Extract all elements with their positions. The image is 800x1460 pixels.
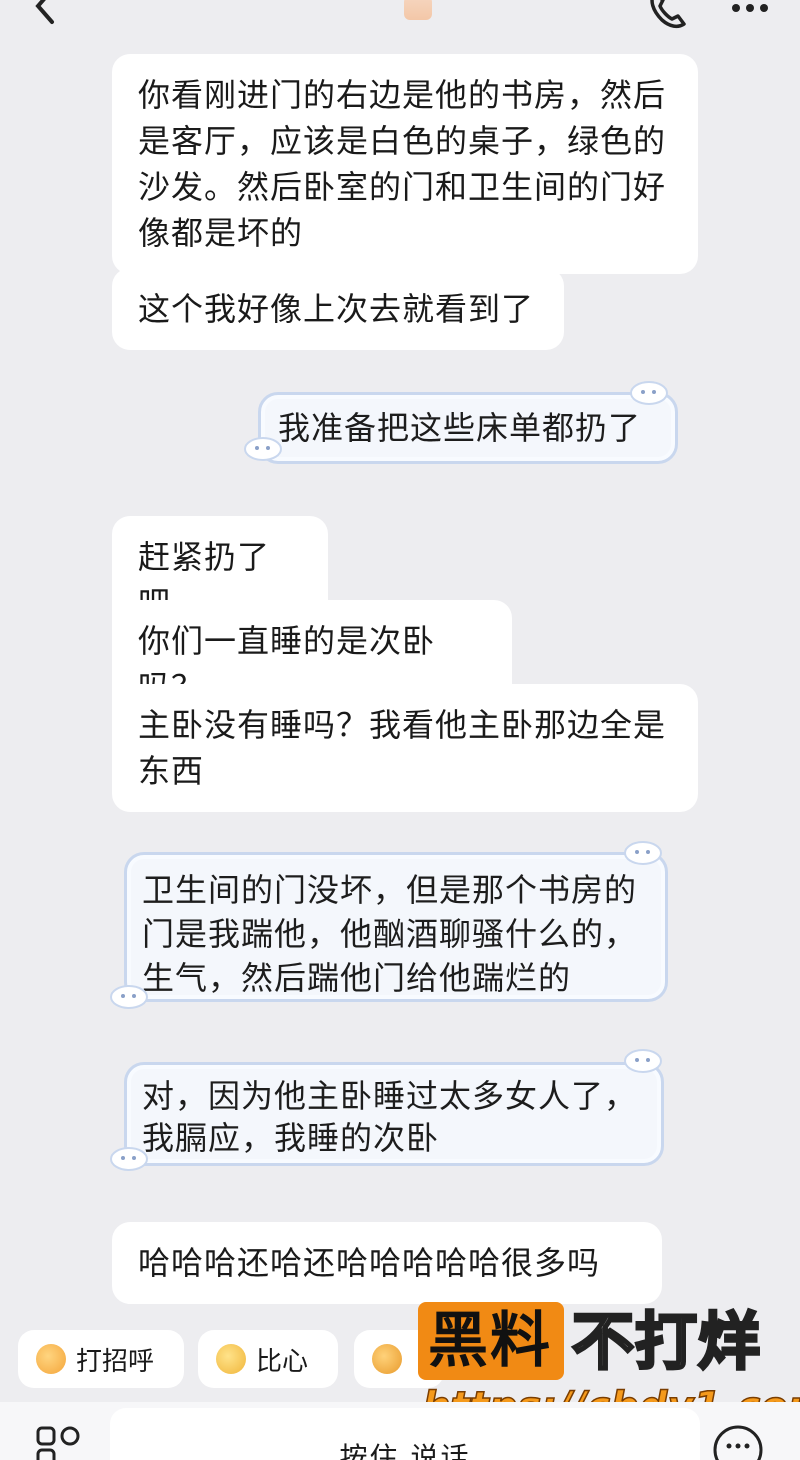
message-text-line: 沙发。然后卧室的门和卫生间的门好 [138,168,667,206]
cloud-cat-decoration-icon [244,437,282,461]
message-text-line: 东西 [138,752,205,790]
message-text-line: 像都是坏的 [138,214,304,252]
message-text-line: 我准备把这些床单都扔了 [278,409,642,447]
wave-emoji-icon [36,1344,66,1374]
phone-call-icon[interactable] [646,0,690,30]
contact-avatar-icon [404,0,432,20]
hold-to-talk-label: 按住 说话 [339,1441,471,1460]
input-bar: 按住 说话 [0,1402,800,1460]
message-text-line: 卫生间的门没坏，但是那个书房的 [142,871,638,909]
cloud-cat-decoration-icon [624,1049,662,1073]
quick-reply-chip[interactable]: 比心 [198,1330,338,1388]
duck-heart-emoji-icon [216,1344,246,1374]
quick-reply-label: 比心 [256,1346,309,1377]
more-options-icon[interactable] [728,0,772,16]
message-text-line: 你看刚进门的右边是他的书房，然后 [138,76,667,114]
message-text-line: 生气，然后踹他门给他踹烂的 [142,959,572,997]
incoming-message-bubble[interactable]: 哈哈哈还哈还哈哈哈哈哈很多吗 [112,1222,662,1304]
outgoing-sticker-bubble[interactable]: 我准备把这些床单都扔了 [244,381,678,464]
thumbs-up-emoji-icon [372,1344,402,1374]
message-text-line: 我膈应，我睡的次卧 [142,1119,440,1157]
incoming-message-bubble[interactable]: 主卧没有睡吗？我看他主卧那边全是 东西 [112,684,698,812]
quick-reply-label: 打招呼 [76,1346,155,1377]
top-bar [0,0,800,48]
quick-reply-chip[interactable]: 打招呼 [18,1330,184,1388]
message-text-line: 对，因为他主卧睡过太多女人了， [142,1077,638,1115]
message-text-line: 哈哈哈还哈还哈哈哈哈哈很多吗 [138,1244,601,1282]
outgoing-sticker-bubble[interactable]: 卫生间的门没坏，但是那个书房的 门是我踹他，他酗酒聊骚什么的， 生气，然后踹他门… [110,841,668,1009]
keyboard-icon[interactable] [712,1424,764,1460]
apps-grid-icon[interactable] [36,1426,82,1460]
incoming-message-bubble[interactable]: 你看刚进门的右边是他的书房，然后 是客厅，应该是白色的桌子，绿色的 沙发。然后卧… [112,54,698,274]
incoming-message-bubble[interactable]: 这个我好像上次去就看到了 [112,268,564,350]
message-text-line: 主卧没有睡吗？我看他主卧那边全是 [138,706,667,744]
cloud-cat-decoration-icon [630,381,668,405]
outgoing-sticker-bubble[interactable]: 对，因为他主卧睡过太多女人了， 我膈应，我睡的次卧 [110,1049,664,1171]
message-text-line: 这个我好像上次去就看到了 [138,290,535,328]
watermark-text: 不打烊 [570,1304,762,1379]
message-text-line: 是客厅，应该是白色的桌子，绿色的 [138,122,667,160]
watermark-text: 黑料 [428,1306,552,1376]
back-arrow-icon[interactable] [30,0,60,26]
hold-to-talk-button[interactable]: 按住 说话 [110,1408,700,1460]
cloud-cat-decoration-icon [110,1147,148,1171]
cloud-cat-decoration-icon [110,985,148,1009]
cloud-cat-decoration-icon [624,841,662,865]
message-text-line: 门是我踹他，他酗酒聊骚什么的， [142,915,638,953]
